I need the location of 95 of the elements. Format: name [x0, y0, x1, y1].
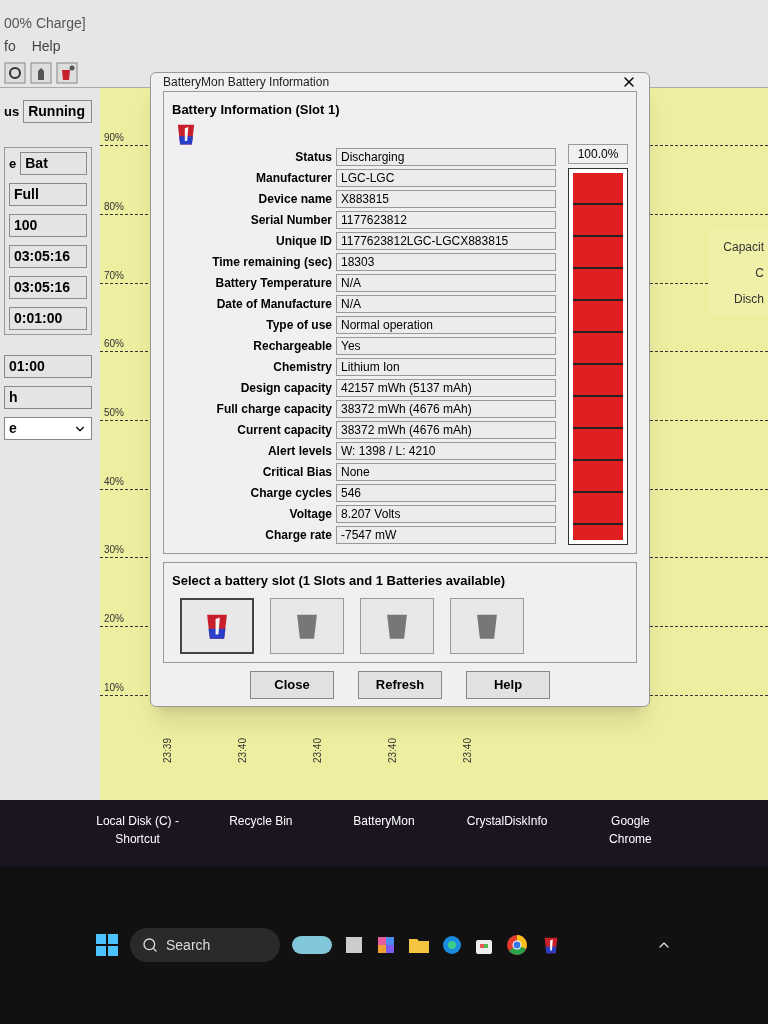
info-label: Current capacity	[236, 422, 332, 439]
info-label: Unique ID	[275, 233, 332, 250]
info-label: Charge cycles	[249, 485, 332, 502]
info-value: 42157 mWh (5137 mAh)	[336, 379, 556, 397]
search-field[interactable]: Search	[130, 928, 280, 962]
circle-icon[interactable]	[442, 935, 462, 955]
legend-label: Disch	[734, 291, 764, 308]
info-value: 1177623812LGC-LGCX883815	[336, 232, 556, 250]
status-field: Running	[23, 100, 92, 123]
info-value: W: 1398 / L: 4210	[336, 442, 556, 460]
info-label: Type of use	[265, 317, 332, 334]
menu-item[interactable]: fo	[4, 35, 16, 57]
info-value: LGC-LGC	[336, 169, 556, 187]
info-value: Normal operation	[336, 316, 556, 334]
time-label: 23:39	[161, 738, 174, 764]
grid-label: 90%	[103, 131, 125, 146]
info-value: 546	[336, 484, 556, 502]
info-label: Design capacity	[239, 380, 332, 397]
value-field: Bat	[20, 152, 87, 175]
ring-icon[interactable]	[506, 934, 528, 956]
info-label: Serial Number	[249, 212, 332, 229]
value-field: 03:05:16	[9, 276, 87, 299]
group-title: Select a battery slot (1 Slots and 1 Batteries available)	[172, 571, 507, 590]
desktop-icon-label[interactable]: CrystalDiskInfo	[465, 812, 549, 830]
value-field: 100	[9, 214, 87, 237]
field-label: e	[9, 154, 17, 173]
grid-label: 10%	[103, 680, 125, 695]
desktop-icon-label[interactable]: Local Disk (C) - Shortcut	[96, 812, 180, 848]
grid-label: 70%	[103, 268, 125, 283]
status-label: us	[4, 102, 20, 121]
info-label: Full charge capacity	[215, 401, 332, 418]
desktop-icon-label[interactable]: Google Chrome	[588, 812, 672, 848]
grid-label: 60%	[103, 337, 125, 352]
battery-tool-icon[interactable]	[56, 61, 78, 84]
grid-label: 40%	[103, 474, 125, 489]
dialog-button[interactable]: Refresh	[358, 671, 442, 699]
info-value: 8.207 Volts	[336, 505, 556, 523]
dropdown[interactable]: e	[4, 417, 92, 440]
square-icon[interactable]	[344, 935, 364, 955]
value-field: 0:01:00	[9, 307, 87, 330]
info-value: X883815	[336, 190, 556, 208]
menu-item[interactable]: Help	[31, 35, 61, 57]
info-value: None	[336, 463, 556, 481]
meter-reading: 100.0%	[568, 143, 628, 164]
slot-button[interactable]	[270, 598, 344, 654]
info-label: Chemistry	[272, 359, 332, 376]
time-label: 23:40	[461, 738, 474, 764]
slot-button[interactable]	[360, 598, 434, 654]
info-value: N/A	[336, 274, 556, 292]
info-label: Time remaining (sec)	[211, 254, 332, 271]
info-value: 38372 mWh (4676 mAh)	[336, 400, 556, 418]
windows-icon[interactable]	[96, 934, 118, 956]
info-label: Status	[294, 149, 332, 166]
value-field: Full	[9, 183, 87, 206]
slot-button[interactable]	[180, 598, 254, 654]
legend-label: Capacit	[723, 239, 764, 256]
info-label: Date of Manufacture	[215, 296, 332, 313]
slot-button[interactable]	[450, 598, 524, 654]
desktop-icon-label[interactable]: Recycle Bin	[219, 812, 303, 830]
info-value: 38372 mWh (4676 mAh)	[336, 421, 556, 439]
time-label: 23:40	[386, 738, 399, 764]
value-field: 03:05:16	[9, 245, 87, 268]
grid-label: 50%	[103, 405, 125, 420]
info-label: Manufacturer	[255, 170, 332, 187]
refresh-icon[interactable]	[4, 61, 26, 84]
info-value: -7547 mW	[336, 526, 556, 544]
desktop-icon-label[interactable]: BatteryMon	[342, 812, 426, 830]
info-value: Lithium Ion	[336, 358, 556, 376]
info-label: Critical Bias	[261, 464, 332, 481]
info-label: Battery Temperature	[214, 275, 332, 292]
info-value: 18303	[336, 253, 556, 271]
info-value: Yes	[336, 337, 556, 355]
colorful-square-icon[interactable]	[376, 935, 396, 955]
legend-label: C	[755, 265, 764, 282]
info-label: Charge rate	[264, 527, 332, 544]
grid-label: 30%	[103, 543, 125, 558]
value-field: h	[4, 386, 92, 409]
info-label: Voltage	[288, 506, 332, 523]
time-label: 23:40	[236, 738, 249, 764]
info-label: Rechargeable	[252, 338, 332, 355]
grid-label: 80%	[103, 200, 125, 214]
dialog-title: BatteryMon Battery Information	[163, 74, 330, 91]
window-title: 00% Charge]	[4, 14, 86, 33]
info-value: N/A	[336, 295, 556, 313]
info-value: 1177623812	[336, 211, 556, 229]
search-icon	[142, 937, 158, 953]
dialog-button[interactable]: Close	[250, 671, 334, 699]
value-field: 01:00	[4, 355, 92, 378]
info-label: Alert levels	[266, 443, 332, 460]
group-title: Battery Information (Slot 1)	[172, 101, 341, 119]
time-label: 23:40	[311, 738, 324, 764]
info-value: Discharging	[336, 148, 556, 166]
info-label: Device name	[257, 191, 332, 208]
grid-label: 20%	[103, 611, 125, 626]
dialog-button[interactable]: Help	[466, 671, 550, 699]
